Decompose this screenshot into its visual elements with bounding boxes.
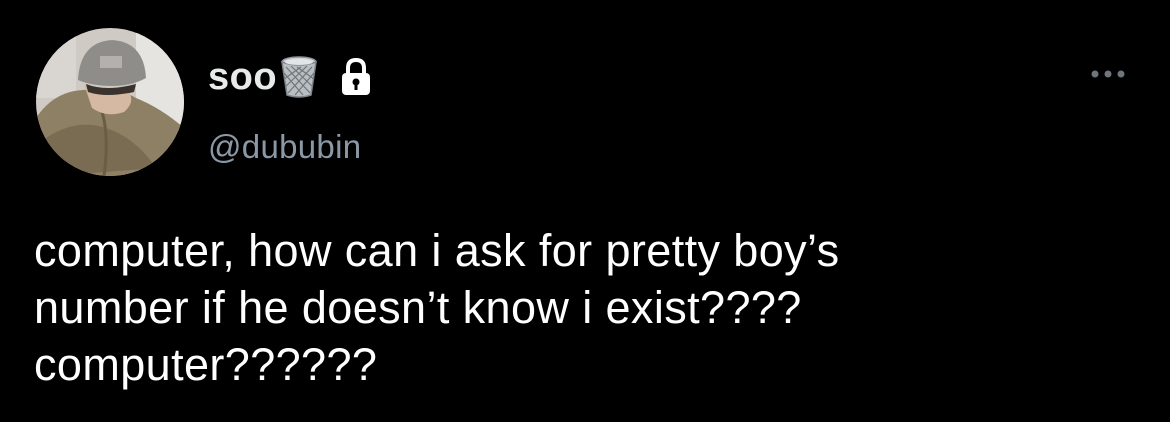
tweet-text-line: computer, how can i ask for pretty boy’s: [34, 225, 840, 276]
author-header: soo: [208, 52, 373, 102]
tweet-text-line: number if he doesn’t know i exist????: [34, 282, 802, 333]
tweet-card: soo @dububin computer, how can i ask for…: [0, 0, 1170, 422]
lock-icon: [339, 57, 373, 97]
wastebasket-icon: [279, 55, 319, 99]
tweet-text-line: computer??????: [34, 339, 378, 390]
author-handle[interactable]: @dububin: [208, 128, 361, 166]
avatar-photo: [36, 28, 184, 176]
tweet-text: computer, how can i ask for pretty boy’s…: [34, 222, 1144, 393]
avatar[interactable]: [36, 28, 184, 176]
display-name[interactable]: soo: [208, 56, 277, 99]
more-options-icon[interactable]: [1088, 64, 1128, 84]
